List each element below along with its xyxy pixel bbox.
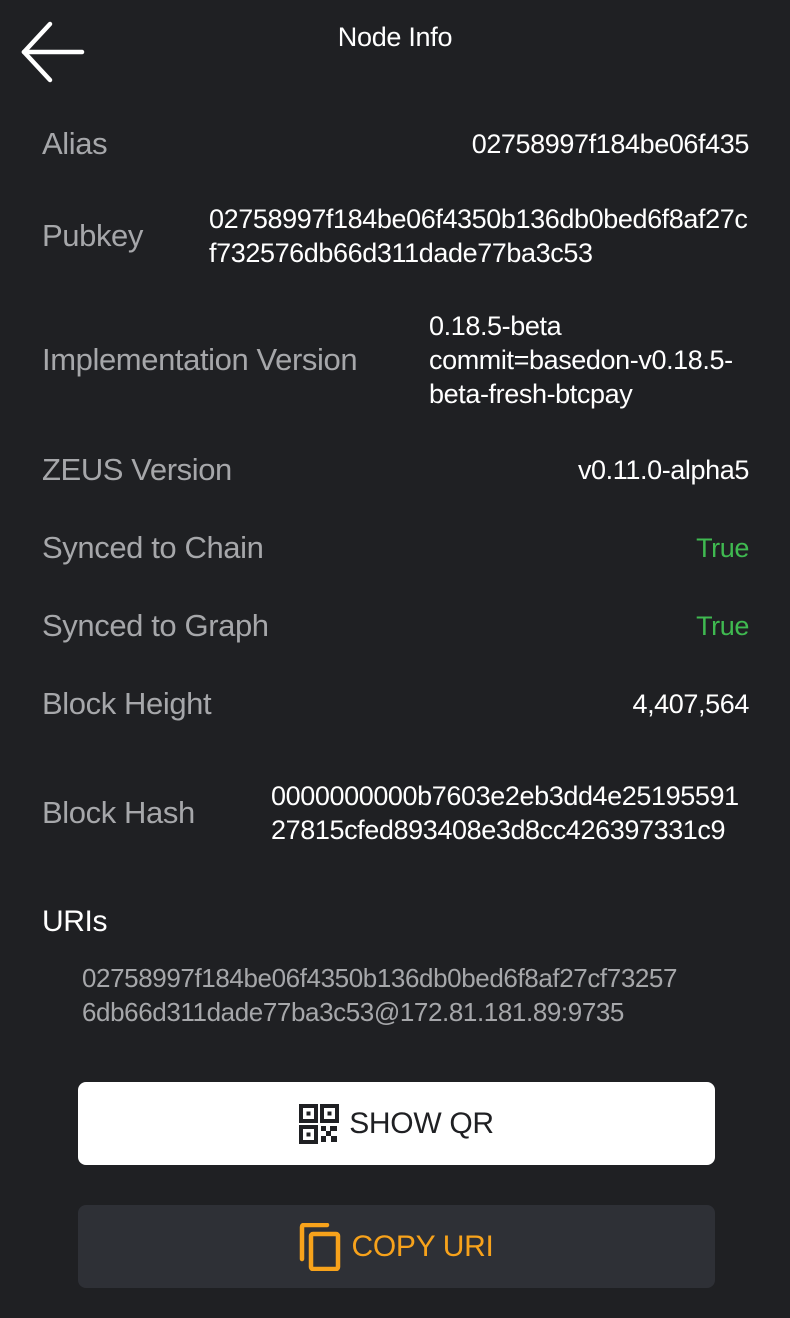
block-hash-label: Block Hash	[42, 795, 195, 830]
block-height-label: Block Height	[42, 686, 212, 721]
zeus-version-value: v0.11.0-alpha5	[577, 455, 749, 485]
zeus-version-row: ZEUS Version v0.11.0-alpha5	[42, 450, 749, 490]
show-qr-button[interactable]: SHOW QR	[78, 1082, 715, 1165]
synced-to-chain-label: Synced to Chain	[42, 530, 264, 565]
uris-title: URIs	[42, 905, 108, 938]
page-title: Node Info	[337, 22, 453, 52]
copy-uri-button[interactable]: COPY URI	[78, 1205, 715, 1288]
alias-row: Alias 02758997f184be06f435	[42, 124, 749, 164]
synced-to-graph-value: True	[696, 611, 749, 641]
implementation-version-label: Implementation Version	[42, 342, 358, 377]
implementation-version-row: Implementation Version 0.18.5-beta commi…	[42, 309, 749, 411]
implementation-version-line3: beta-fresh-btcpay	[429, 379, 633, 409]
pubkey-label: Pubkey	[42, 218, 143, 253]
alias-value: 02758997f184be06f435	[471, 129, 750, 159]
implementation-version-line2: commit=basedon-v0.18.5-	[429, 345, 733, 375]
copy-uri-label: COPY URI	[351, 1229, 494, 1263]
pubkey-row: Pubkey 02758997f184be06f4350b136db0bed6f…	[42, 202, 749, 270]
block-height-row: Block Height 4,407,564	[42, 684, 749, 724]
header: Node Info	[0, 0, 790, 90]
synced-to-chain-value: True	[696, 533, 749, 563]
synced-to-chain-row: Synced to Chain True	[42, 528, 749, 568]
block-height-value: 4,407,564	[632, 689, 749, 719]
implementation-version-line1: 0.18.5-beta	[429, 311, 562, 341]
synced-to-graph-row: Synced to Graph True	[42, 606, 749, 646]
zeus-version-label: ZEUS Version	[42, 452, 232, 487]
show-qr-label: SHOW QR	[349, 1106, 494, 1140]
copy-icon	[299, 1222, 341, 1271]
alias-label: Alias	[42, 126, 108, 161]
node-info-screen: Node Info Alias 02758997f184be06f435 Pub…	[0, 0, 790, 1318]
qr-code-icon	[299, 1103, 340, 1144]
block-hash-row: Block Hash 0000000000b7603e2eb3dd4e25195…	[42, 762, 749, 864]
implementation-version-value: 0.18.5-beta commit=basedon-v0.18.5- beta…	[429, 309, 749, 411]
synced-to-graph-label: Synced to Graph	[42, 608, 269, 643]
pubkey-value: 02758997f184be06f4350b136db0bed6f8af27cf…	[209, 204, 748, 268]
block-hash-value: 0000000000b7603e2eb3dd4e2519559127815cfe…	[271, 781, 739, 845]
uri-value: 02758997f184be06f4350b136db0bed6f8af27cf…	[82, 963, 678, 1027]
